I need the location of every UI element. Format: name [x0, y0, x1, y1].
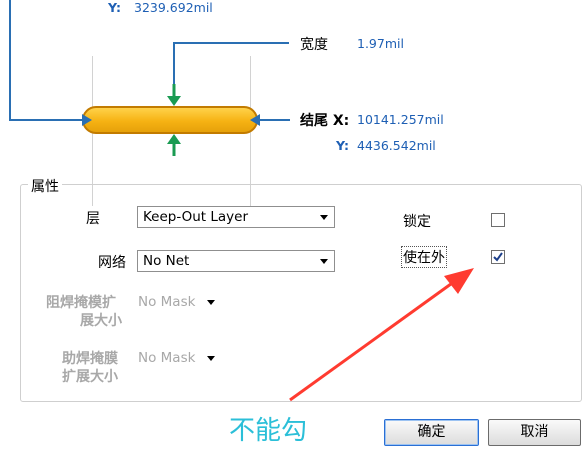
start-y-label: Y:	[108, 0, 121, 15]
left-guide-horizontal	[9, 119, 83, 121]
checkmark-icon	[493, 252, 503, 262]
width-leader-horizontal	[173, 42, 289, 44]
solder-mask-label-line1: 阻焊掩模扩	[46, 295, 116, 311]
solder-mask-dropdown-icon[interactable]	[207, 300, 215, 305]
solder-mask-label-line2: 展大小	[80, 313, 122, 329]
end-x-label: 结尾 X:	[300, 113, 350, 129]
ok-button[interactable]: 确定	[384, 419, 479, 446]
paste-mask-label-line2: 扩展大小	[62, 369, 118, 385]
layer-label: 层	[86, 211, 100, 227]
net-label: 网络	[98, 255, 126, 271]
keepout-checkbox[interactable]	[491, 250, 505, 264]
layer-select[interactable]: Keep-Out Layer	[137, 206, 335, 228]
locked-checkbox[interactable]	[491, 213, 505, 227]
end-y-label: Y:	[336, 138, 349, 153]
end-y-value: 4436.542mil	[357, 138, 436, 153]
cancel-button[interactable]: 取消	[488, 419, 581, 446]
net-select-value: No Net	[143, 253, 190, 269]
annotation-arrow-icon	[289, 268, 474, 402]
start-y-value: 3239.692mil	[134, 0, 213, 15]
width-value: 1.97mil	[357, 36, 404, 51]
locked-label: 锁定	[403, 214, 431, 230]
paste-mask-value[interactable]: No Mask	[138, 350, 195, 366]
layer-select-value: Keep-Out Layer	[143, 209, 249, 225]
paste-mask-label-line1: 助焊掩膜	[62, 351, 118, 367]
left-guide-vertical	[9, 0, 11, 121]
width-label: 宽度	[300, 37, 328, 53]
end-x-value: 10141.257mil	[357, 112, 444, 127]
annotation-text: 不能勾	[229, 416, 308, 446]
end-leader-horizontal	[258, 119, 290, 121]
properties-title: 属性	[28, 176, 62, 196]
track-start-handle-icon[interactable]	[80, 112, 96, 128]
solder-mask-value[interactable]: No Mask	[138, 294, 195, 310]
paste-mask-dropdown-icon[interactable]	[207, 356, 215, 361]
keepout-track[interactable]	[82, 106, 258, 134]
chevron-down-icon	[320, 215, 328, 220]
